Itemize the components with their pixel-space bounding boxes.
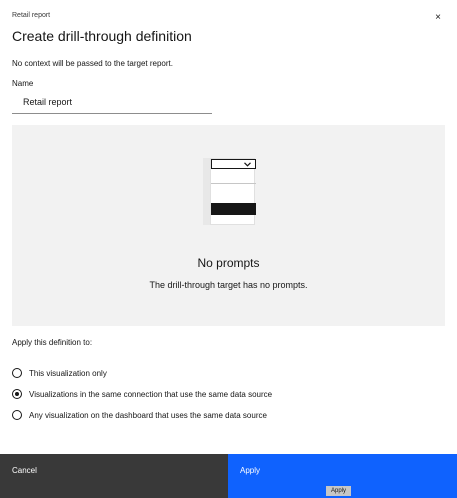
radio-any-visualization[interactable]: Any visualization on the dashboard that …	[12, 410, 267, 420]
name-input[interactable]	[12, 90, 212, 114]
name-label: Name	[12, 79, 34, 88]
radio-same-connection[interactable]: Visualizations in the same connection th…	[12, 389, 272, 399]
dialog-title: Create drill-through definition	[12, 28, 192, 44]
apply-scope-label: Apply this definition to:	[12, 338, 93, 347]
illustration-dropdown	[211, 159, 256, 169]
radio-label: This visualization only	[29, 368, 107, 378]
dialog-eyebrow: Retail report	[12, 12, 51, 19]
illustration-document	[210, 158, 256, 225]
radio-this-visualization[interactable]: This visualization only	[12, 368, 107, 378]
radio-button-selected-icon[interactable]	[12, 389, 22, 399]
illustration-bar	[211, 203, 256, 215]
cancel-button[interactable]: Cancel	[0, 454, 228, 498]
no-prompts-description: The drill-through target has no prompts.	[149, 280, 308, 290]
apply-tooltip: Apply	[326, 486, 352, 496]
prompts-panel: No prompts The drill-through target has …	[12, 125, 445, 326]
close-icon[interactable]: ×	[435, 13, 441, 23]
dialog-footer: Cancel Apply Apply	[0, 454, 457, 498]
drill-through-dialog: Retail report × Create drill-through def…	[0, 0, 457, 498]
radio-button-icon[interactable]	[12, 368, 22, 378]
illustration-divider	[211, 183, 256, 184]
illustration-shadow	[203, 158, 210, 225]
no-prompts-illustration-icon	[203, 155, 256, 227]
no-prompts-title: No prompts	[197, 256, 260, 270]
context-info-text: No context will be passed to the target …	[12, 59, 173, 68]
radio-label: Visualizations in the same connection th…	[29, 389, 273, 399]
radio-label: Any visualization on the dashboard that …	[29, 410, 267, 420]
radio-button-icon[interactable]	[12, 410, 22, 420]
chevron-down-icon	[244, 162, 251, 167]
apply-button[interactable]: Apply Apply	[228, 454, 457, 498]
apply-button-label: Apply	[240, 466, 261, 475]
